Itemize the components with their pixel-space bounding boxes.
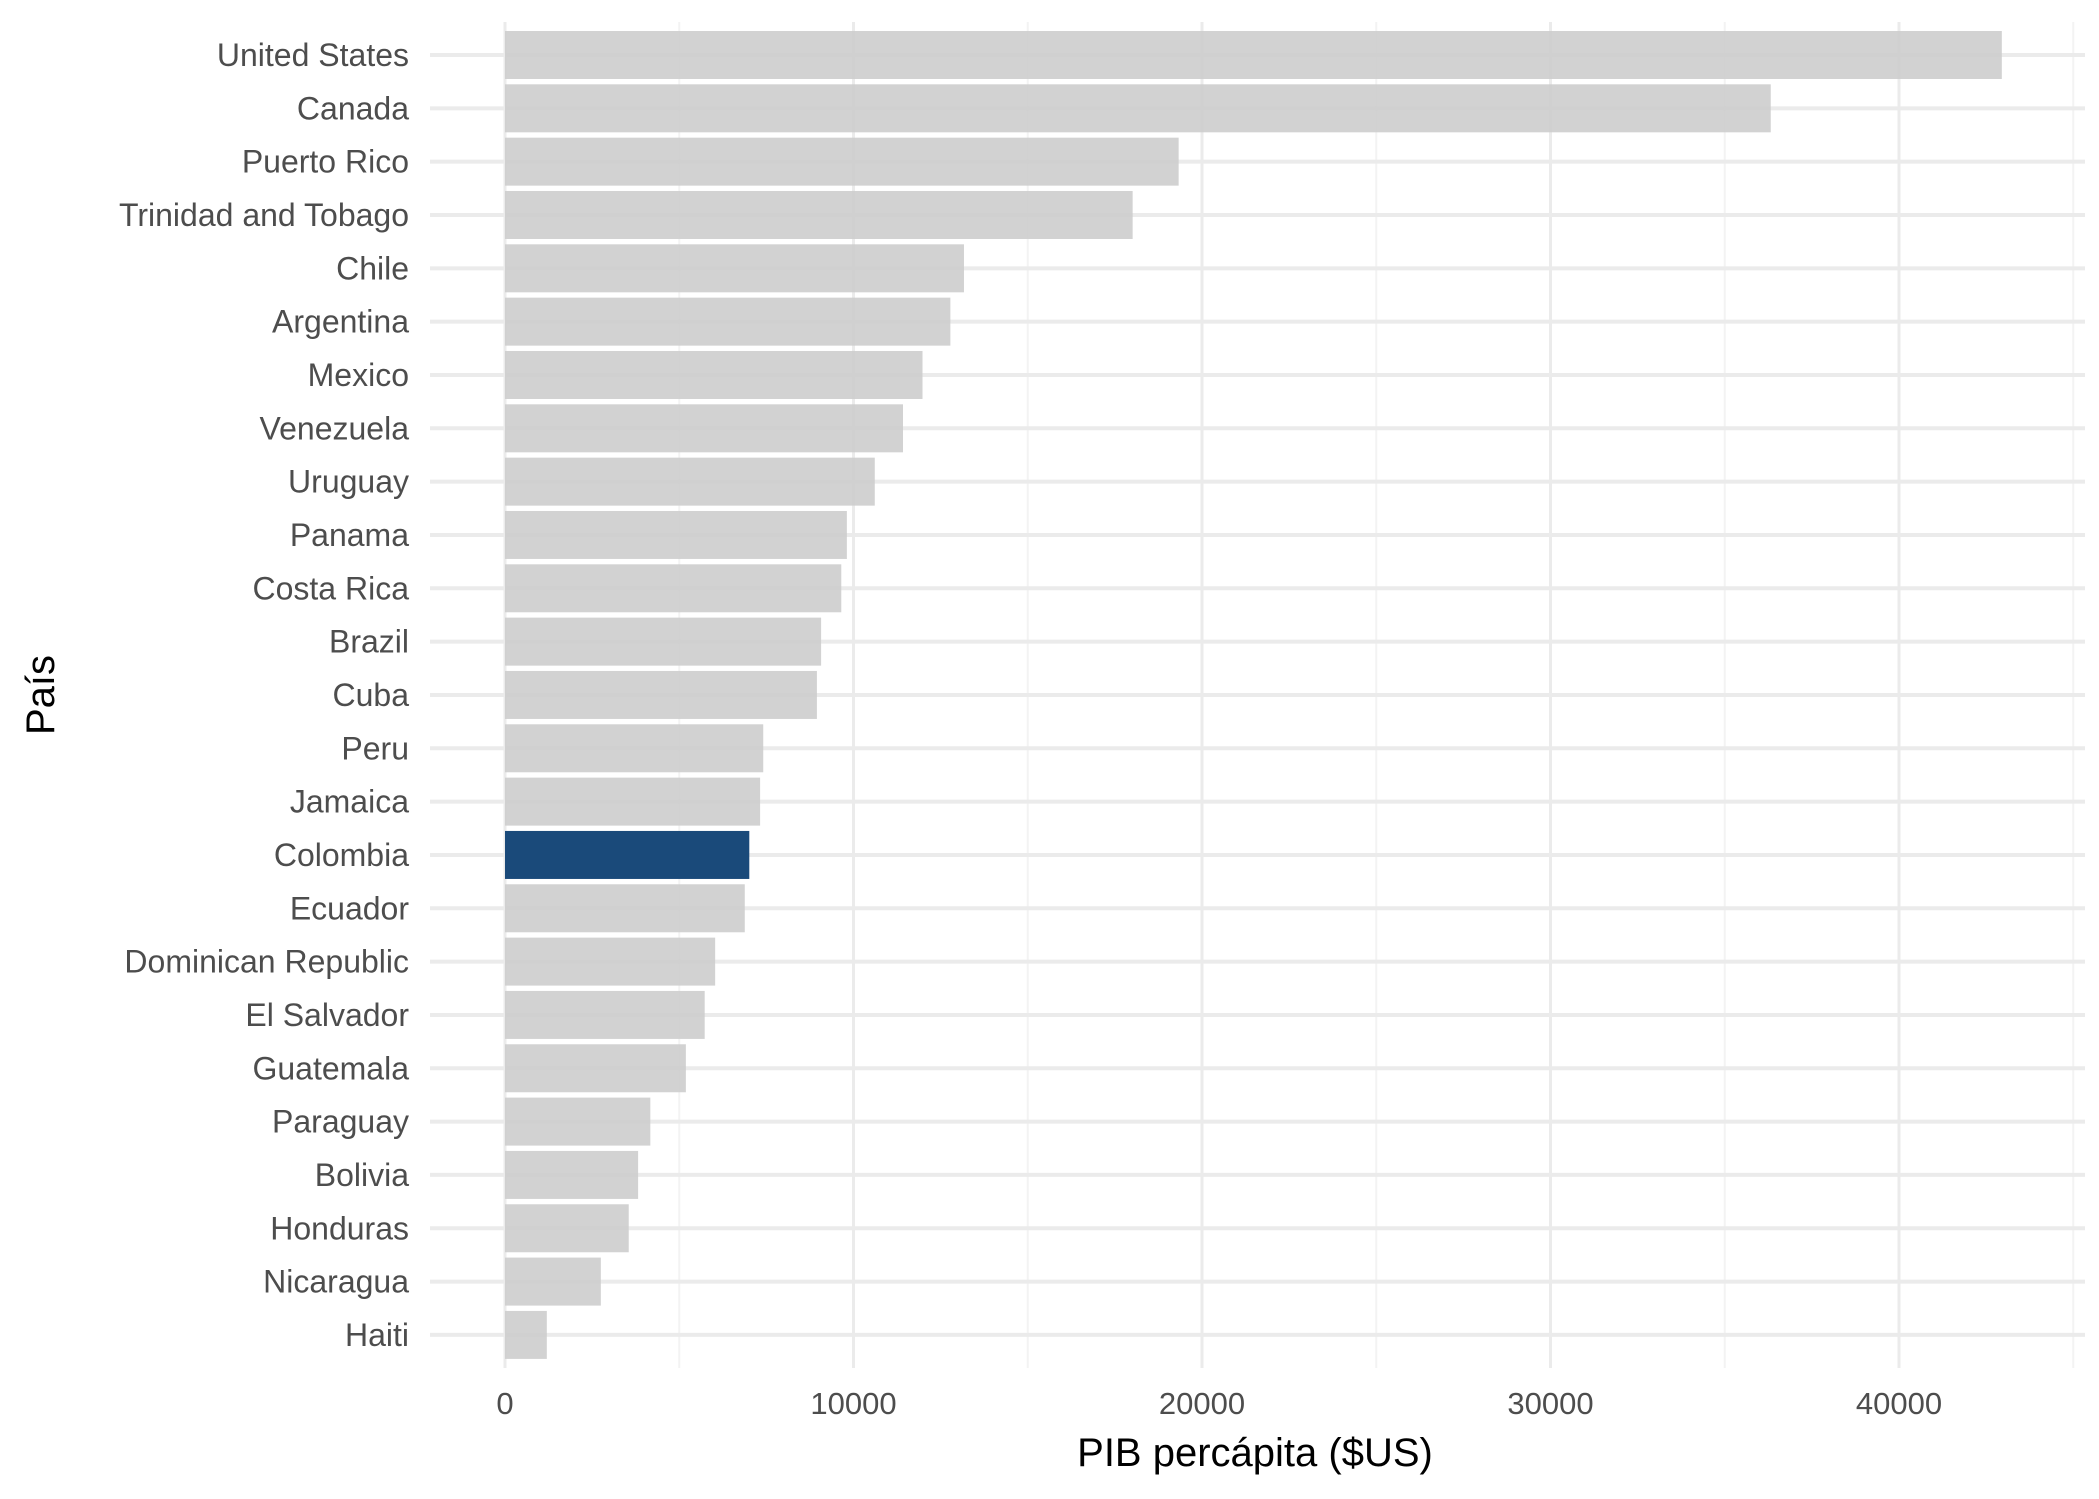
bar bbox=[505, 190, 1133, 239]
x-axis-tick-labels: 0 10000 20000 30000 40000 bbox=[496, 1386, 1942, 1421]
bar bbox=[505, 297, 951, 346]
y-tick-label: Haiti bbox=[345, 1317, 409, 1353]
bar-chart: United States Canada Puerto Rico Trinidad a… bbox=[19, 22, 2085, 1475]
y-tick-label: Paraguay bbox=[272, 1104, 409, 1140]
bar bbox=[505, 1150, 639, 1199]
y-axis-tick-labels: United States Canada Puerto Rico Trinidad a… bbox=[119, 37, 409, 1353]
bar bbox=[505, 1310, 547, 1359]
bar bbox=[505, 84, 1771, 133]
x-tick-label: 0 bbox=[496, 1386, 513, 1421]
y-tick-label: Peru bbox=[341, 730, 409, 766]
y-tick-label: Jamaica bbox=[290, 784, 409, 820]
bar bbox=[505, 457, 875, 506]
bar-highlight bbox=[505, 830, 750, 879]
bar bbox=[505, 31, 2002, 79]
bar bbox=[505, 564, 842, 613]
bar bbox=[505, 1097, 651, 1146]
x-tick-label: 30000 bbox=[1507, 1386, 1593, 1421]
x-tick-label: 40000 bbox=[1856, 1386, 1942, 1421]
x-tick-label: 20000 bbox=[1159, 1386, 1245, 1421]
y-tick-label: Chile bbox=[336, 250, 409, 286]
y-tick-label: Panama bbox=[290, 517, 409, 553]
bar bbox=[505, 1044, 686, 1093]
y-tick-label: Dominican Republic bbox=[124, 944, 409, 980]
y-tick-label: El Salvador bbox=[245, 997, 409, 1033]
y-tick-label: Uruguay bbox=[288, 464, 409, 500]
bar bbox=[505, 884, 745, 933]
y-tick-label: Trinidad and Tobago bbox=[119, 197, 409, 233]
bar bbox=[505, 510, 847, 559]
y-tick-label: Venezuela bbox=[260, 410, 410, 446]
bar bbox=[505, 990, 705, 1039]
y-tick-label: Ecuador bbox=[290, 890, 410, 926]
x-tick-label: 10000 bbox=[810, 1386, 896, 1421]
bar bbox=[505, 1204, 629, 1253]
y-tick-label: Costa Rica bbox=[253, 570, 410, 606]
y-tick-label: Cuba bbox=[333, 677, 410, 713]
bar bbox=[505, 724, 764, 773]
y-tick-label: United States bbox=[217, 37, 409, 73]
bar bbox=[505, 937, 716, 986]
bar bbox=[505, 404, 903, 453]
y-tick-label: Nicaragua bbox=[263, 1264, 409, 1300]
bar bbox=[505, 617, 822, 666]
bar bbox=[505, 670, 817, 719]
bar bbox=[505, 137, 1179, 186]
y-tick-label: Brazil bbox=[329, 624, 409, 660]
y-tick-label: Guatemala bbox=[252, 1050, 409, 1086]
y-tick-label: Bolivia bbox=[315, 1157, 409, 1193]
y-tick-label: Mexico bbox=[308, 357, 409, 393]
bar bbox=[505, 777, 761, 826]
y-tick-label: Argentina bbox=[272, 304, 409, 340]
x-axis-title: PIB percápita ($US) bbox=[1077, 1431, 1433, 1475]
y-tick-label: Colombia bbox=[274, 837, 409, 873]
bar bbox=[505, 244, 964, 293]
y-axis-title: País bbox=[19, 655, 63, 735]
y-tick-label: Canada bbox=[297, 90, 409, 126]
bar bbox=[505, 1257, 601, 1306]
y-tick-label: Honduras bbox=[270, 1210, 409, 1246]
y-tick-label: Puerto Rico bbox=[242, 144, 409, 180]
bar bbox=[505, 350, 923, 399]
